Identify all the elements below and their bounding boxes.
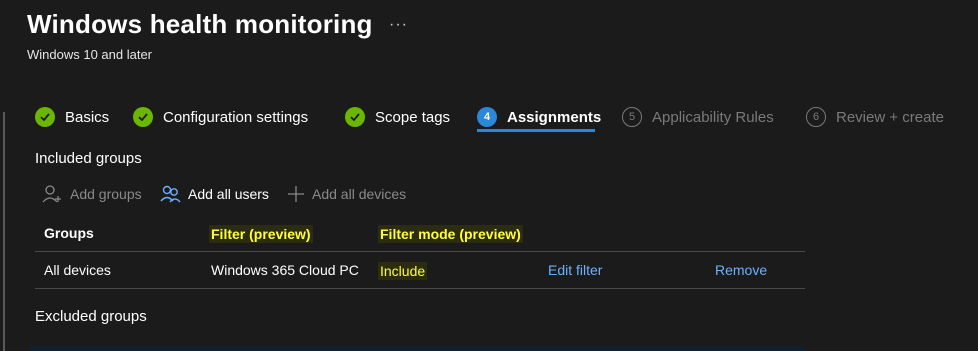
add-all-devices-label: Add all devices <box>312 186 407 202</box>
add-groups-button[interactable]: Add groups <box>42 183 142 205</box>
step-assignments[interactable]: 4 Assignments <box>477 102 601 132</box>
column-header-filter: Filter (preview) <box>209 225 313 243</box>
active-step-underline <box>477 129 595 132</box>
page-title: Windows health monitoring <box>27 9 373 39</box>
add-all-users-label: Add all users <box>188 186 269 202</box>
add-all-users-button[interactable]: Add all users <box>160 183 269 205</box>
remove-link[interactable]: Remove <box>715 262 767 278</box>
included-groups-heading: Included groups <box>35 150 142 167</box>
step-label: Basics <box>65 108 110 126</box>
left-divider <box>3 112 5 351</box>
group-name-cell: All devices <box>44 262 111 278</box>
table-header: Groups Filter (preview) Filter mode (pre… <box>35 215 805 252</box>
step-label: Scope tags <box>375 108 451 126</box>
excluded-groups-heading: Excluded groups <box>35 308 147 325</box>
step-applicability-rules[interactable]: 5 Applicability Rules <box>622 102 774 132</box>
step-review-create[interactable]: 6 Review + create <box>806 102 944 132</box>
plus-icon <box>286 184 312 204</box>
step-label: Configuration settings <box>163 108 309 126</box>
edit-filter-link[interactable]: Edit filter <box>548 262 602 278</box>
check-icon <box>35 107 55 127</box>
column-header-groups: Groups <box>44 225 94 241</box>
check-icon <box>133 107 153 127</box>
step-label: Assignments <box>507 108 602 126</box>
step-basics[interactable]: Basics <box>35 102 109 132</box>
column-header-filter-mode: Filter mode (preview) <box>378 225 523 243</box>
users-icon <box>160 184 188 204</box>
add-all-devices-button[interactable]: Add all devices <box>286 183 406 205</box>
step-number-badge: 5 <box>622 107 642 127</box>
step-label: Review + create <box>836 108 944 126</box>
add-person-icon <box>42 184 70 204</box>
more-options-button[interactable]: ··· <box>389 16 408 34</box>
filter-cell: Windows 365 Cloud PC <box>211 262 359 278</box>
excluded-groups-table-edge <box>30 346 805 351</box>
step-configuration-settings[interactable]: Configuration settings <box>133 102 308 132</box>
add-groups-label: Add groups <box>70 186 142 202</box>
step-number-badge: 4 <box>477 107 497 127</box>
check-icon <box>345 107 365 127</box>
filter-mode-cell: Include <box>378 262 428 280</box>
step-label: Applicability Rules <box>652 108 774 126</box>
page-subtitle: Windows 10 and later <box>27 47 153 62</box>
table-row: All devices Windows 365 Cloud PC Include… <box>35 252 805 289</box>
step-number-badge: 6 <box>806 107 826 127</box>
step-scope-tags[interactable]: Scope tags <box>345 102 450 132</box>
